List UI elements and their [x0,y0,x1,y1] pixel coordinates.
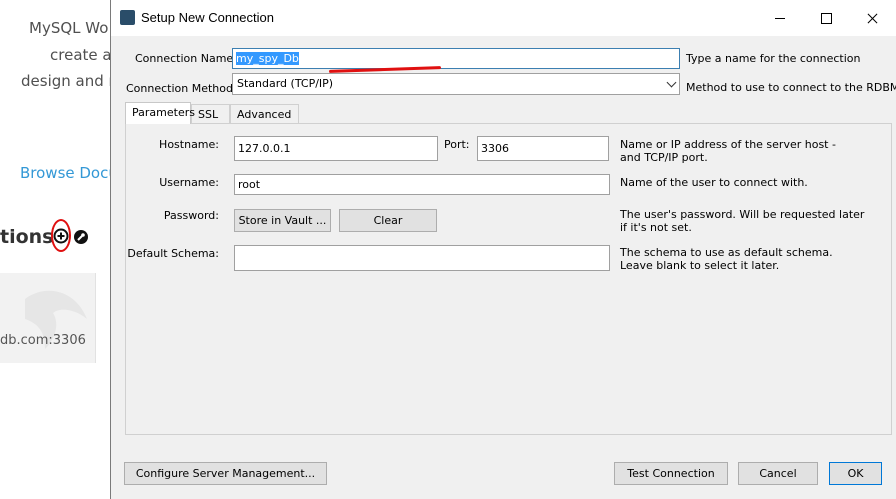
welcome-text-line2: create a [50,46,112,64]
default-schema-help: The schema to use as default schema. Lea… [620,246,833,272]
tab-advanced[interactable]: Advanced [230,104,299,123]
store-in-vault-button[interactable]: Store in Vault ... [234,209,331,232]
connection-name-value: my_spy_Db [236,52,299,65]
connection-name-input[interactable]: my_spy_Db [232,48,680,69]
connection-method-help: Method to use to connect to the RDBMS [686,81,896,94]
connections-heading: tions [0,226,54,248]
workbench-app-icon [120,10,135,25]
close-icon[interactable] [849,0,895,36]
minimize-icon[interactable] [757,0,803,36]
connection-tile[interactable]: db.com:3306 [0,273,96,363]
password-label: Password: [163,209,219,222]
configure-server-management-button[interactable]: Configure Server Management... [124,462,327,485]
connection-method-select[interactable]: Standard (TCP/IP) [232,73,680,95]
parameters-panel: Hostname: 127.0.0.1 Port: 3306 Name or I… [125,123,892,435]
connection-name-help: Type a name for the connection [686,52,861,65]
wrench-icon[interactable] [73,229,89,245]
connection-method-value: Standard (TCP/IP) [237,77,334,90]
tab-ssl[interactable]: SSL [191,104,230,123]
cancel-button[interactable]: Cancel [738,462,818,485]
clear-password-button[interactable]: Clear [339,209,437,232]
dialog-title: Setup New Connection [141,10,274,25]
maximize-icon[interactable] [803,0,849,36]
username-help: Name of the user to connect with. [620,176,808,189]
username-label: Username: [159,176,219,189]
connection-tile-host: db.com:3306 [0,333,86,348]
hostname-help: Name or IP address of the server host - … [620,138,836,164]
welcome-text-line3: design and r [21,72,115,90]
hostname-label: Hostname: [159,138,219,151]
hostname-input[interactable]: 127.0.0.1 [234,136,438,161]
browse-docs-link[interactable]: Browse Docu [20,164,118,182]
connection-method-label: Connection Method: [126,82,237,95]
username-input[interactable]: root [234,174,610,195]
tab-parameters[interactable]: Parameters [125,102,195,124]
test-connection-button[interactable]: Test Connection [614,462,728,485]
default-schema-input[interactable] [234,245,610,271]
port-label: Port: [444,138,470,151]
port-input[interactable]: 3306 [477,136,609,161]
default-schema-label: Default Schema: [127,247,219,260]
chevron-down-icon [666,77,677,88]
welcome-text-line1: MySQL Wo [29,19,109,37]
annotation-circle [51,219,71,252]
connection-name-label: Connection Name: [135,52,237,65]
password-help: The user's password. Will be requested l… [620,208,865,234]
titlebar: Setup New Connection [111,0,896,36]
setup-connection-dialog: Setup New Connection Connection Name: my… [110,0,896,499]
ok-button[interactable]: OK [829,462,882,485]
